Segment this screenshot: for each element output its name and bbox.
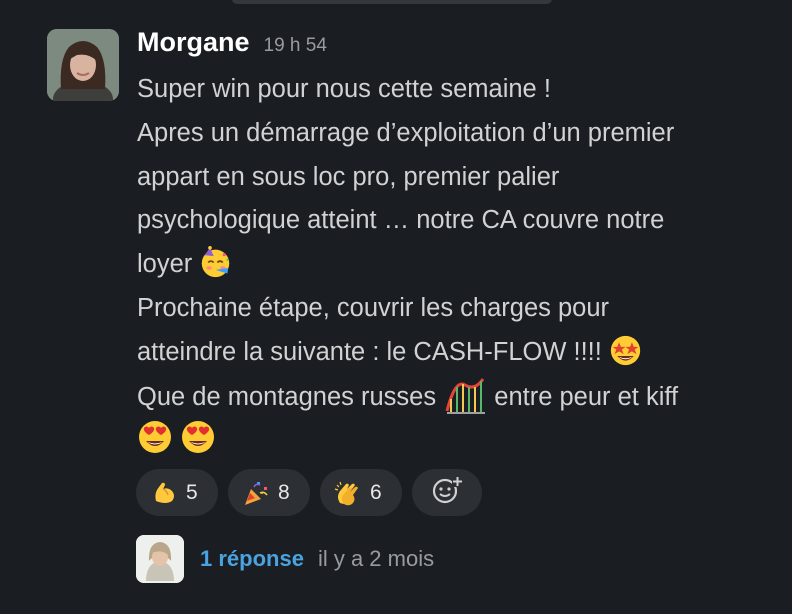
heart-eyes-face-icon: [180, 419, 216, 455]
message-text: Super win pour nous cette semaine ! Apre…: [137, 68, 777, 462]
message-line-text: loyer: [137, 250, 193, 279]
message-line: Prochaine étape, couvrir les charges pou…: [137, 293, 610, 322]
reaction-count: 8: [278, 480, 290, 504]
add-reaction-button[interactable]: [412, 469, 482, 516]
message-emoji-line: [137, 418, 777, 462]
message-line-text: entre peur et kiff: [494, 382, 679, 411]
reaction-clapping-hands[interactable]: 6: [320, 469, 402, 516]
flexed-biceps-icon: [150, 479, 178, 507]
message-line: psychologique atteint … notre CA couvre …: [137, 206, 665, 235]
replier-avatar: [136, 535, 184, 583]
party-popper-icon: [242, 479, 270, 507]
reactions-bar: 5 8 6: [136, 469, 482, 516]
author-name[interactable]: Morgane: [137, 27, 250, 58]
message-line: Apres un démarrage d’exploitation d’un p…: [137, 118, 675, 147]
heart-eyes-face-icon: [137, 419, 173, 455]
replies-link[interactable]: 1 réponse: [200, 546, 304, 572]
message-line-text: Que de montagnes russes: [137, 382, 437, 411]
message-timestamp[interactable]: 19 h 54: [264, 35, 327, 57]
reaction-count: 5: [186, 480, 198, 504]
message-header: Morgane 19 h 54: [137, 27, 327, 58]
reaction-party-popper[interactable]: 8: [228, 469, 310, 516]
message-line-with-emoji: loyer: [137, 243, 777, 287]
last-reply-time: il y a 2 mois: [317, 546, 435, 571]
clapping-hands-icon: [334, 479, 362, 507]
message-line-text: atteindre la suivante : le CASH-FLOW !!!…: [137, 337, 602, 366]
previous-element-edge: [232, 0, 552, 4]
reaction-count: 6: [370, 480, 382, 504]
message-line-with-emoji: atteindre la suivante : le CASH-FLOW !!!…: [137, 331, 777, 375]
roller-coaster-icon: [443, 375, 487, 415]
message-line: appart en sous loc pro, premier palier: [137, 162, 560, 191]
star-struck-icon: [609, 334, 642, 367]
author-avatar[interactable]: [47, 29, 119, 101]
thread-summary[interactable]: 1 réponse il y a 2 mois: [136, 535, 434, 583]
partying-face-icon: [199, 246, 232, 279]
message-line-with-emoji: Que de montagnes russes entre peur et ki…: [137, 375, 777, 419]
message-line: Super win pour nous cette semaine !: [137, 75, 551, 103]
add-reaction-icon: [430, 475, 464, 510]
reaction-flexed-biceps[interactable]: 5: [136, 469, 218, 516]
